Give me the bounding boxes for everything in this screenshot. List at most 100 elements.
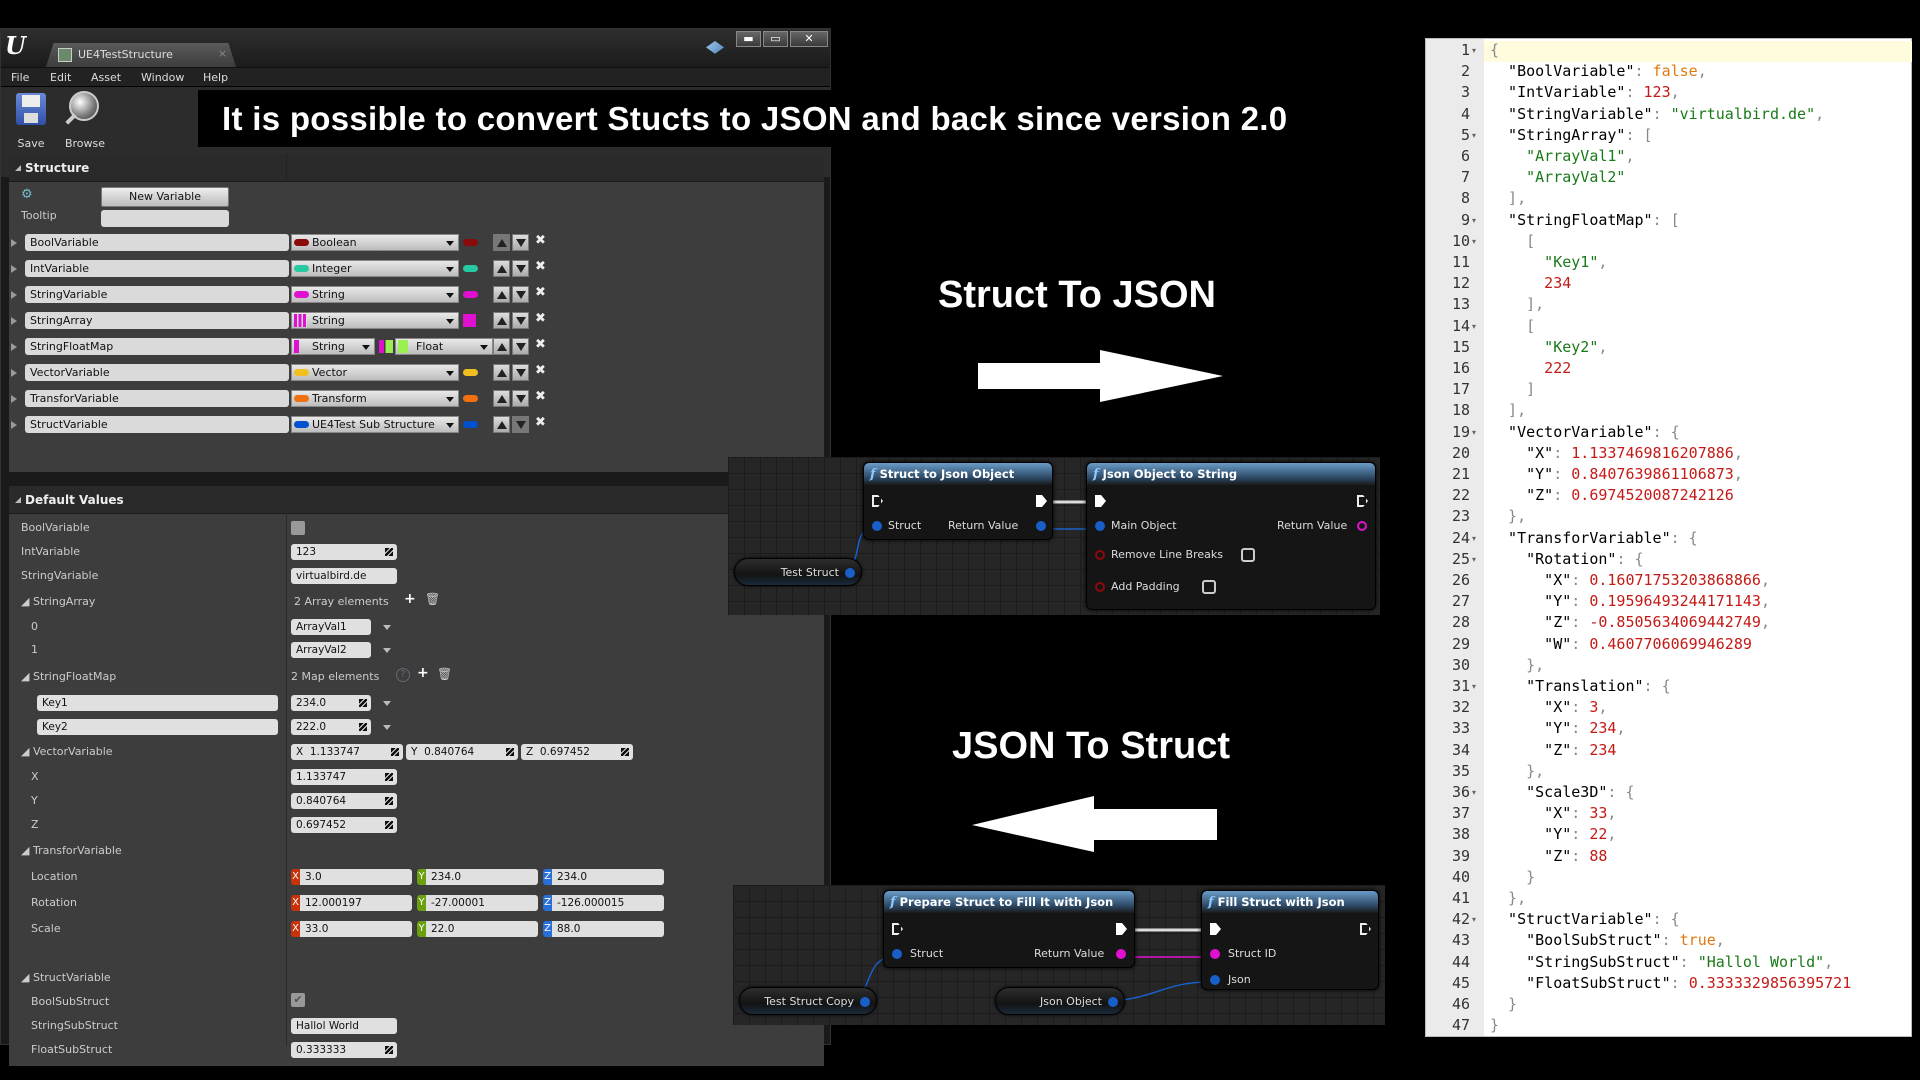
fold-toggle-icon[interactable]: ▾ — [1472, 131, 1476, 140]
fold-toggle-icon[interactable]: ▾ — [1472, 428, 1476, 437]
fold-toggle-icon[interactable]: ▾ — [1472, 788, 1476, 797]
map-value-1[interactable]: 222.0 — [291, 719, 371, 735]
container-type-icon[interactable] — [463, 369, 478, 376]
array-value-0[interactable]: ArrayVal1 — [291, 619, 371, 635]
add-element-icon[interactable]: + — [404, 591, 416, 607]
move-up-button[interactable] — [493, 260, 510, 277]
move-up-button[interactable] — [493, 416, 510, 433]
move-down-button[interactable] — [512, 390, 529, 407]
close-button[interactable]: ✕ — [790, 31, 828, 47]
container-type-icon[interactable] — [463, 421, 478, 428]
fold-toggle-icon[interactable]: ▾ — [1472, 915, 1476, 924]
variable-out-pin[interactable] — [860, 997, 870, 1007]
learn-hat-icon[interactable] — [706, 41, 724, 54]
variable-type-dropdown[interactable]: Boolean — [291, 234, 459, 251]
json-code-editor[interactable]: 1 ▾ 2 3 4 5 ▾ 6 7 8 9 ▾ 10 ▾ 11 12 13 14 ▾ 15 16 17 18 19 ▾ 20 21 2… — [1425, 38, 1912, 1037]
transform-rotation-z-input[interactable]: -126.000015 — [552, 895, 664, 911]
vector-z-summary[interactable]: Z 0.697452 — [521, 744, 633, 760]
exec-out-pin[interactable] — [1116, 923, 1127, 935]
move-down-button[interactable] — [512, 416, 529, 433]
remove-variable-button[interactable]: ✖ — [535, 415, 546, 430]
variable-name-field[interactable]: StringVariable — [25, 286, 289, 303]
remove-line-breaks-checkbox[interactable] — [1241, 548, 1255, 562]
document-tab[interactable]: UE4TestStructure × — [46, 43, 236, 67]
fill-struct-with-json-node[interactable]: f Fill Struct with Json Struct ID Json — [1201, 890, 1379, 990]
transform-scale-y-input[interactable]: 22.0 — [426, 921, 538, 937]
remove-variable-button[interactable]: ✖ — [535, 311, 546, 326]
move-down-button[interactable] — [512, 364, 529, 381]
move-down-button[interactable] — [512, 338, 529, 355]
float-sub-struct-input[interactable]: 0.333333 — [291, 1042, 397, 1058]
variable-name-field[interactable]: IntVariable — [25, 260, 289, 277]
variable-name-field[interactable]: StringArray — [25, 312, 289, 329]
minimize-button[interactable]: ▬ — [736, 31, 761, 47]
maximize-button[interactable]: ▭ — [763, 31, 788, 47]
struct-to-json-object-node[interactable]: f Struct to Json Object Struct Return Val… — [863, 462, 1053, 540]
variable-type-dropdown[interactable]: UE4Test Sub Structure — [291, 416, 459, 433]
bool-sub-struct-checkbox[interactable]: ✔ — [291, 993, 305, 1007]
remove-variable-button[interactable]: ✖ — [535, 259, 546, 274]
remove-line-breaks-pin[interactable] — [1095, 550, 1105, 560]
fold-toggle-icon[interactable]: ▾ — [1472, 46, 1476, 55]
variable-out-pin[interactable] — [1108, 997, 1118, 1007]
main-object-pin[interactable] — [1095, 521, 1105, 531]
variable-name-field[interactable]: BoolVariable — [25, 234, 289, 251]
array-value-1[interactable]: ArrayVal2 — [291, 642, 371, 658]
array-item-options-icon[interactable] — [383, 625, 391, 630]
expand-arrow-icon[interactable] — [11, 291, 17, 299]
value-type-dropdown[interactable]: Float — [395, 338, 493, 355]
move-down-button[interactable] — [512, 234, 529, 251]
move-down-button[interactable] — [512, 260, 529, 277]
vector-x-input[interactable]: 1.133747 — [291, 769, 397, 785]
fold-toggle-icon[interactable]: ▾ — [1472, 682, 1476, 691]
remove-variable-button[interactable]: ✖ — [535, 363, 546, 378]
map-key-0[interactable]: Key1 — [37, 695, 278, 711]
variable-out-pin[interactable] — [845, 568, 855, 578]
save-button[interactable]: Save — [11, 91, 51, 151]
variable-type-dropdown[interactable]: Vector — [291, 364, 459, 381]
map-key-1[interactable]: Key2 — [37, 719, 278, 735]
int-variable-input[interactable]: 123 — [291, 544, 397, 560]
container-type-icon[interactable] — [463, 239, 478, 246]
container-type-icon[interactable] — [463, 291, 478, 298]
add-element-icon[interactable]: + — [417, 665, 429, 681]
transform-scale-x-input[interactable]: 33.0 — [300, 921, 412, 937]
return-value-pin[interactable] — [1036, 521, 1046, 531]
structure-header[interactable]: Structure — [9, 154, 824, 182]
fold-toggle-icon[interactable]: ▾ — [1472, 534, 1476, 543]
map-item-options-icon[interactable] — [383, 701, 391, 706]
struct-pin[interactable] — [872, 521, 882, 531]
delete-all-icon[interactable]: 🗑 — [437, 667, 452, 681]
delete-all-icon[interactable]: 🗑 — [425, 592, 440, 606]
move-up-button[interactable] — [493, 234, 510, 251]
transform-location-y-input[interactable]: 234.0 — [426, 869, 538, 885]
exec-in-pin[interactable] — [1210, 923, 1221, 935]
string-array-label[interactable]: ◢ StringArray — [21, 595, 95, 608]
variable-name-field[interactable]: StructVariable — [25, 416, 289, 433]
variable-type-dropdown[interactable]: Integer — [291, 260, 459, 277]
transform-variable-label[interactable]: ◢ TransforVariable — [21, 844, 122, 857]
move-up-button[interactable] — [493, 390, 510, 407]
string-variable-input[interactable]: virtualbird.de — [291, 568, 397, 584]
exec-out-pin[interactable] — [1357, 495, 1368, 507]
container-type-icon[interactable] — [463, 314, 476, 327]
bool-variable-checkbox[interactable] — [291, 521, 305, 535]
transform-scale-z-input[interactable]: 88.0 — [552, 921, 664, 937]
transform-location-z-input[interactable]: 234.0 — [552, 869, 664, 885]
move-down-button[interactable] — [512, 286, 529, 303]
exec-in-pin[interactable] — [892, 923, 903, 935]
struct-id-pin[interactable] — [1210, 949, 1220, 959]
fold-toggle-icon[interactable]: ▾ — [1472, 216, 1476, 225]
transform-location-x-input[interactable]: 3.0 — [300, 869, 412, 885]
container-type-icon[interactable] — [463, 395, 478, 402]
json-object-variable-node[interactable]: Json Object — [995, 987, 1125, 1015]
fold-toggle-icon[interactable]: ▾ — [1472, 237, 1476, 246]
json-pin[interactable] — [1210, 975, 1220, 985]
exec-in-pin[interactable] — [1095, 495, 1106, 507]
test-struct-variable-node[interactable]: Test Struct — [734, 558, 862, 586]
return-value-pin[interactable] — [1357, 521, 1367, 531]
struct-pin[interactable] — [892, 949, 902, 959]
add-padding-checkbox[interactable] — [1202, 580, 1216, 594]
add-padding-pin[interactable] — [1095, 582, 1105, 592]
vector-variable-label[interactable]: ◢ VectorVariable — [21, 745, 113, 758]
